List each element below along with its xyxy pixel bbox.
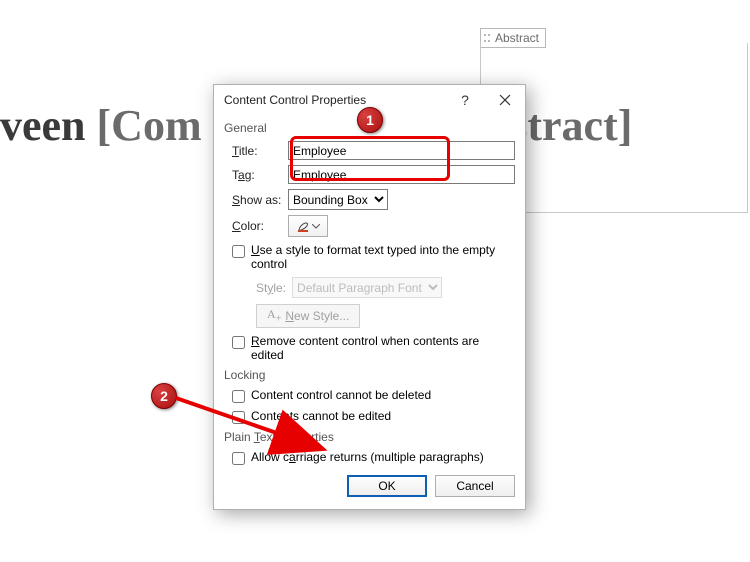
tag-label: Tag: (232, 168, 288, 182)
document-text-fragment: veen [Com (0, 100, 202, 151)
color-label: Color: (232, 219, 288, 233)
allow-carriage-checkbox[interactable] (232, 452, 245, 465)
title-label: Title: (232, 144, 288, 158)
tag-input[interactable] (288, 165, 515, 184)
showas-select[interactable]: Bounding Box (288, 189, 388, 210)
cannot-edit-label: Contents cannot be edited (251, 409, 391, 423)
content-control-properties-dialog: Content Control Properties ? General Tit… (213, 84, 526, 510)
showas-label: Show as: (232, 193, 288, 207)
chevron-down-icon (312, 223, 320, 229)
ok-button[interactable]: OK (347, 475, 427, 497)
help-icon: ? (461, 92, 469, 108)
section-label-locking: Locking (224, 368, 515, 382)
close-icon (499, 94, 511, 106)
callout-1: 1 (357, 107, 383, 133)
cannot-edit-checkbox[interactable] (232, 411, 245, 424)
cannot-delete-checkbox[interactable] (232, 390, 245, 403)
new-style-button: A+ New Style... (256, 304, 360, 328)
style-select: Default Paragraph Font (292, 277, 442, 298)
title-input[interactable] (288, 141, 515, 160)
remove-on-edit-label: Remove content control when contents are… (251, 334, 515, 362)
style-a-icon: A+ (267, 307, 281, 324)
section-label-plaintext: Plain Text Properties (224, 430, 515, 444)
style-label: Style: (256, 281, 286, 295)
help-button[interactable]: ? (445, 85, 485, 115)
close-button[interactable] (485, 85, 525, 115)
allow-carriage-label: Allow carriage returns (multiple paragra… (251, 450, 484, 464)
remove-on-edit-checkbox[interactable] (232, 336, 245, 349)
callout-2: 2 (151, 383, 177, 409)
cancel-button[interactable]: Cancel (435, 475, 515, 497)
dialog-title: Content Control Properties (224, 93, 366, 107)
use-style-checkbox[interactable] (232, 245, 245, 258)
cannot-delete-label: Content control cannot be deleted (251, 388, 431, 402)
color-swatch-icon (296, 219, 310, 233)
color-picker-button[interactable] (288, 215, 328, 237)
use-style-label: Use a style to format text typed into th… (251, 243, 515, 271)
